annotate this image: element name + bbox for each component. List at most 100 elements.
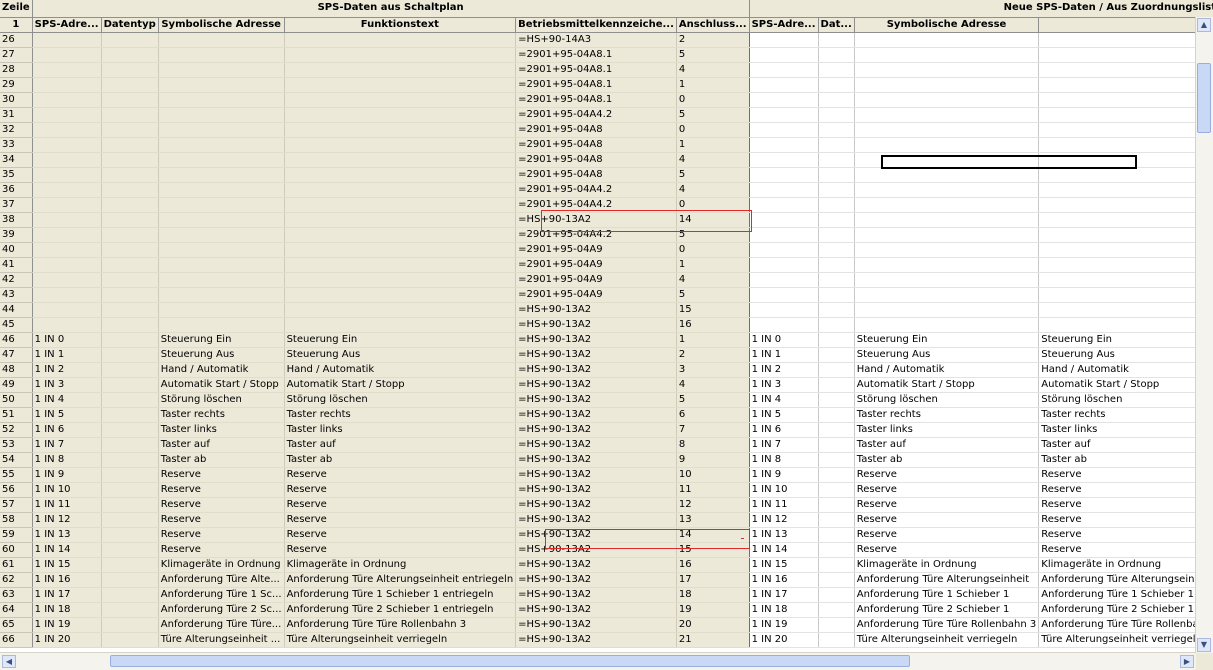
- new-sps-adresse-cell[interactable]: [749, 77, 819, 93]
- new-extra-cell[interactable]: Reserve: [1038, 467, 1213, 483]
- symbolische-adresse-cell[interactable]: [158, 242, 285, 258]
- symbolische-adresse-cell[interactable]: Reserve: [158, 542, 285, 558]
- new-symbolische-adresse-cell[interactable]: [854, 182, 1040, 198]
- new-sps-adresse-cell[interactable]: 1 IN 9: [749, 467, 819, 483]
- new-symbolische-adresse-cell[interactable]: [854, 242, 1040, 258]
- new-symbolische-adresse-cell[interactable]: Reserve: [854, 497, 1040, 513]
- row-number[interactable]: 41: [0, 257, 33, 273]
- symbolische-adresse-cell[interactable]: Steuerung Ein: [158, 332, 285, 348]
- horizontal-scrollbar[interactable]: ◀ ▶: [0, 652, 1196, 670]
- new-symbolische-adresse-cell[interactable]: [854, 32, 1040, 48]
- betriebsmittel-cell[interactable]: =2901+95-04A4.2: [515, 197, 677, 213]
- anschluss-cell[interactable]: 9: [676, 452, 750, 468]
- new-extra-cell[interactable]: [1038, 227, 1213, 243]
- row-number[interactable]: 61: [0, 557, 33, 573]
- datentyp-cell[interactable]: [101, 362, 159, 378]
- col-header-symbolische-adresse[interactable]: Symbolische Adresse: [158, 17, 285, 33]
- datentyp-cell[interactable]: [101, 632, 159, 648]
- funktionstext-cell[interactable]: Reserve: [284, 527, 517, 543]
- anschluss-cell[interactable]: 5: [676, 107, 750, 123]
- new-datentyp-cell[interactable]: [818, 362, 855, 378]
- funktionstext-cell[interactable]: [284, 272, 517, 288]
- symbolische-adresse-cell[interactable]: Anforderung Türe Alte...: [158, 572, 285, 588]
- new-datentyp-cell[interactable]: [818, 272, 855, 288]
- right-group-header[interactable]: Neue SPS-Daten / Aus Zuordnungsliste: [749, 0, 1213, 18]
- new-sps-adresse-cell[interactable]: 1 IN 0: [749, 332, 819, 348]
- table-row[interactable]: 34 =2901+95-04A8 4: [0, 152, 1213, 168]
- new-sps-adresse-cell[interactable]: 1 IN 4: [749, 392, 819, 408]
- sps-adresse-cell[interactable]: [32, 287, 102, 303]
- symbolische-adresse-cell[interactable]: [158, 107, 285, 123]
- anschluss-cell[interactable]: 4: [676, 377, 750, 393]
- sps-adresse-cell[interactable]: 1 IN 8: [32, 452, 102, 468]
- betriebsmittel-cell[interactable]: =HS+90-13A2: [515, 467, 677, 483]
- new-extra-cell[interactable]: Reserve: [1038, 482, 1213, 498]
- anschluss-cell[interactable]: 16: [676, 557, 750, 573]
- new-symbolische-adresse-cell[interactable]: Reserve: [854, 467, 1040, 483]
- row-number[interactable]: 53: [0, 437, 33, 453]
- datentyp-cell[interactable]: [101, 602, 159, 618]
- new-symbolische-adresse-cell[interactable]: Automatik Start / Stopp: [854, 377, 1040, 393]
- sps-adresse-cell[interactable]: [32, 272, 102, 288]
- new-symbolische-adresse-cell[interactable]: Taster ab: [854, 452, 1040, 468]
- funktionstext-cell[interactable]: Reserve: [284, 482, 517, 498]
- row-number[interactable]: 54: [0, 452, 33, 468]
- new-extra-cell[interactable]: Taster ab: [1038, 452, 1213, 468]
- new-extra-cell[interactable]: [1038, 242, 1213, 258]
- table-row[interactable]: 59 1 IN 13 Reserve Reserve =HS+90-13A2 14 1 IN…: [0, 527, 1213, 543]
- funktionstext-cell[interactable]: [284, 47, 517, 63]
- new-extra-cell[interactable]: [1038, 212, 1213, 228]
- new-extra-cell[interactable]: Türe Alterungseinheit verriegeln: [1038, 632, 1213, 648]
- datentyp-cell[interactable]: [101, 407, 159, 423]
- new-datentyp-cell[interactable]: [818, 542, 855, 558]
- new-symbolische-adresse-cell[interactable]: [854, 92, 1040, 108]
- row-number[interactable]: 60: [0, 542, 33, 558]
- table-row[interactable]: 52 1 IN 6 Taster links Taster links =HS+90-1…: [0, 422, 1213, 438]
- new-extra-cell[interactable]: [1038, 317, 1213, 333]
- new-extra-cell[interactable]: [1038, 32, 1213, 48]
- new-datentyp-cell[interactable]: [818, 257, 855, 273]
- new-datentyp-cell[interactable]: [818, 572, 855, 588]
- new-symbolische-adresse-cell[interactable]: Reserve: [854, 542, 1040, 558]
- sps-adresse-cell[interactable]: [32, 197, 102, 213]
- datentyp-cell[interactable]: [101, 167, 159, 183]
- new-sps-adresse-cell[interactable]: 1 IN 14: [749, 542, 819, 558]
- new-symbolische-adresse-cell[interactable]: [854, 167, 1040, 183]
- symbolische-adresse-cell[interactable]: [158, 227, 285, 243]
- row-number[interactable]: 55: [0, 467, 33, 483]
- row-number[interactable]: 64: [0, 602, 33, 618]
- new-extra-cell[interactable]: Steuerung Ein: [1038, 332, 1213, 348]
- horizontal-scroll-thumb[interactable]: [110, 655, 910, 667]
- betriebsmittel-cell[interactable]: =HS+90-14A3: [515, 32, 677, 48]
- new-sps-adresse-cell[interactable]: [749, 302, 819, 318]
- table-row[interactable]: 45 =HS+90-13A2 16: [0, 317, 1213, 333]
- new-sps-adresse-cell[interactable]: [749, 227, 819, 243]
- funktionstext-cell[interactable]: [284, 182, 517, 198]
- datentyp-cell[interactable]: [101, 587, 159, 603]
- new-extra-cell[interactable]: Hand / Automatik: [1038, 362, 1213, 378]
- new-symbolische-adresse-cell[interactable]: Steuerung Aus: [854, 347, 1040, 363]
- row-number[interactable]: 57: [0, 497, 33, 513]
- sps-adresse-cell[interactable]: 1 IN 11: [32, 497, 102, 513]
- table-row[interactable]: 29 =2901+95-04A8.1 1: [0, 77, 1213, 93]
- anschluss-cell[interactable]: 0: [676, 242, 750, 258]
- row-number[interactable]: 34: [0, 152, 33, 168]
- vertical-scrollbar[interactable]: ▲ ▼: [1195, 17, 1213, 653]
- anschluss-cell[interactable]: 4: [676, 152, 750, 168]
- new-sps-adresse-cell[interactable]: [749, 62, 819, 78]
- sps-adresse-cell[interactable]: 1 IN 16: [32, 572, 102, 588]
- new-sps-adresse-cell[interactable]: 1 IN 17: [749, 587, 819, 603]
- funktionstext-cell[interactable]: Taster rechts: [284, 407, 517, 423]
- datentyp-cell[interactable]: [101, 467, 159, 483]
- new-sps-adresse-cell[interactable]: 1 IN 20: [749, 632, 819, 648]
- table-row[interactable]: 35 =2901+95-04A8 5: [0, 167, 1213, 183]
- funktionstext-cell[interactable]: [284, 62, 517, 78]
- datentyp-cell[interactable]: [101, 482, 159, 498]
- funktionstext-cell[interactable]: [284, 302, 517, 318]
- symbolische-adresse-cell[interactable]: Taster rechts: [158, 407, 285, 423]
- row-number[interactable]: 38: [0, 212, 33, 228]
- new-symbolische-adresse-cell[interactable]: Klimageräte in Ordnung: [854, 557, 1040, 573]
- table-row[interactable]: 58 1 IN 12 Reserve Reserve =HS+90-13A2 13 1 IN…: [0, 512, 1213, 528]
- symbolische-adresse-cell[interactable]: [158, 287, 285, 303]
- betriebsmittel-cell[interactable]: =HS+90-13A2: [515, 407, 677, 423]
